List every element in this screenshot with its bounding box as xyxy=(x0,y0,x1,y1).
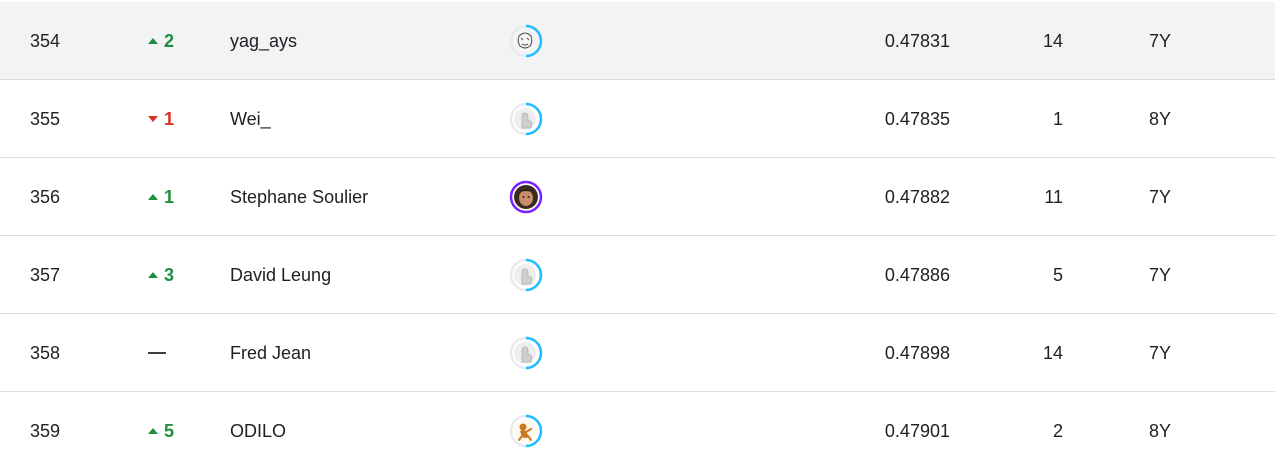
last-submission: 7Y xyxy=(1148,264,1172,285)
rank-change xyxy=(148,314,208,392)
team-name[interactable]: David Leung xyxy=(230,236,490,314)
no-change-dash-icon xyxy=(148,352,166,354)
team-name[interactable]: Wei_ xyxy=(230,80,490,158)
entries-count: 1 xyxy=(1052,108,1063,129)
team-avatar[interactable] xyxy=(506,236,546,314)
rank-change-value: 5 xyxy=(164,420,175,441)
score: 0.47886 xyxy=(884,264,950,285)
last-submission: 7Y xyxy=(1148,186,1172,207)
team-avatar[interactable] xyxy=(506,158,546,236)
leaderboard-row[interactable]: 356 1 Stephane Soulier 0.47882 11 7Y xyxy=(0,158,1275,236)
leaderboard-row[interactable]: 357 3 David Leung 0.47886 5 7Y xyxy=(0,236,1275,314)
rank-change-value: 3 xyxy=(164,264,175,285)
default-avatar-icon xyxy=(509,336,543,370)
entries-count: 14 xyxy=(1042,30,1063,51)
leaderboard-table: 354 2 yag_ays 0.47831 14 7Y 355 1 Wei_ 0… xyxy=(0,0,1275,460)
entries-count: 14 xyxy=(1042,342,1063,363)
rank: 359 xyxy=(30,420,61,441)
default-avatar-icon xyxy=(509,258,543,292)
leaderboard-row[interactable]: 358 Fred Jean 0.47898 14 7Y xyxy=(0,314,1275,392)
arrow-up-icon xyxy=(148,194,158,200)
arrow-up-icon xyxy=(148,272,158,278)
last-submission: 8Y xyxy=(1148,108,1172,129)
rank-change-value: 1 xyxy=(164,186,175,207)
rank-change: 2 xyxy=(148,2,208,80)
team-name[interactable]: Stephane Soulier xyxy=(230,158,490,236)
rank: 357 xyxy=(30,264,61,285)
entries-count: 5 xyxy=(1052,264,1063,285)
rank-change: 1 xyxy=(148,80,208,158)
rank: 354 xyxy=(30,30,61,51)
photo-avatar-icon xyxy=(509,180,543,214)
arrow-down-icon xyxy=(148,116,158,122)
leaderboard-row[interactable]: 355 1 Wei_ 0.47835 1 8Y xyxy=(0,80,1275,158)
entries-count: 2 xyxy=(1052,420,1063,441)
sketch-avatar-icon xyxy=(509,24,543,58)
rank: 358 xyxy=(30,342,61,363)
entries-count: 11 xyxy=(1044,186,1063,207)
rank-change-value: 2 xyxy=(164,30,175,51)
team-name[interactable]: yag_ays xyxy=(230,2,490,80)
score: 0.47835 xyxy=(884,108,950,129)
team-name[interactable]: ODILO xyxy=(230,392,490,460)
score: 0.47901 xyxy=(884,420,950,441)
team-avatar[interactable] xyxy=(506,392,546,460)
rank-change: 5 xyxy=(148,392,208,460)
team-avatar[interactable] xyxy=(506,2,546,80)
rank-change: 3 xyxy=(148,236,208,314)
leaderboard-row[interactable]: 359 5 ODILO 0.47901 2 8Y xyxy=(0,392,1275,460)
rank: 356 xyxy=(30,186,61,207)
rank-change: 1 xyxy=(148,158,208,236)
rank-change-value: 1 xyxy=(164,108,175,129)
last-submission: 7Y xyxy=(1148,342,1172,363)
team-avatar[interactable] xyxy=(506,80,546,158)
leaderboard-row[interactable]: 354 2 yag_ays 0.47831 14 7Y xyxy=(0,2,1275,80)
score: 0.47898 xyxy=(884,342,950,363)
score: 0.47882 xyxy=(884,186,950,207)
team-name[interactable]: Fred Jean xyxy=(230,314,490,392)
default-avatar-icon xyxy=(509,102,543,136)
rank: 355 xyxy=(30,108,61,129)
score: 0.47831 xyxy=(884,30,950,51)
last-submission: 7Y xyxy=(1148,30,1172,51)
arrow-up-icon xyxy=(148,428,158,434)
arrow-up-icon xyxy=(148,38,158,44)
last-submission: 8Y xyxy=(1148,420,1172,441)
team-avatar[interactable] xyxy=(506,314,546,392)
monkey-avatar-icon xyxy=(509,414,543,448)
